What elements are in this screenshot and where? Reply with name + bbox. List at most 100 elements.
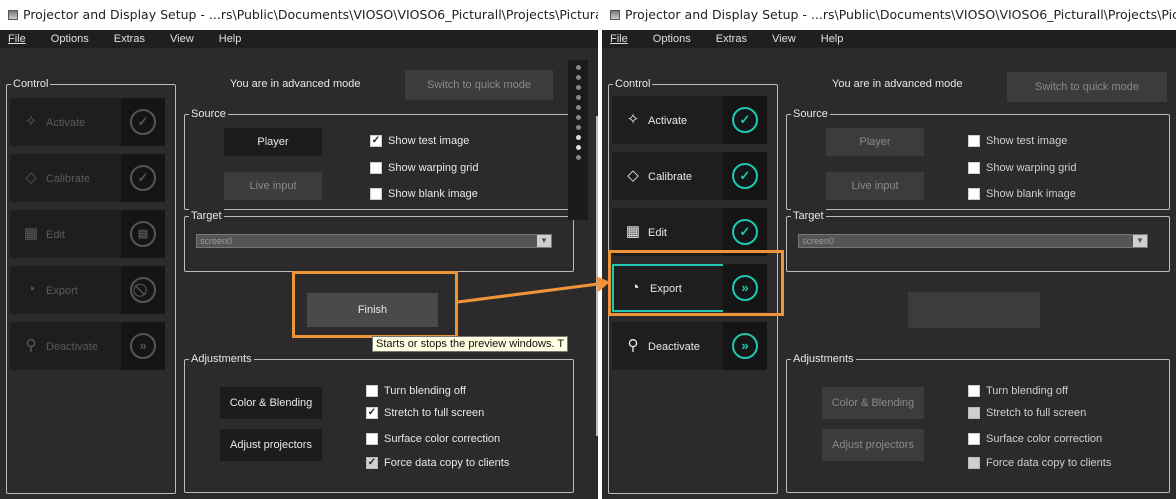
deactivate-button[interactable]: ⚲ Deactivate »: [10, 322, 165, 370]
edit-label: Edit: [46, 229, 65, 241]
indicator-dot: [575, 85, 581, 90]
bulb-icon: ⚲: [627, 337, 639, 354]
app-icon: [610, 10, 620, 20]
show-warping-grid-checkbox[interactable]: Show warping grid: [968, 161, 1077, 175]
mode-text: You are in advanced mode: [832, 78, 963, 90]
menu-help[interactable]: Help: [219, 30, 242, 48]
activate-label: Activate: [648, 115, 688, 127]
deactivate-label: Deactivate: [46, 341, 98, 353]
grid-icon: ▦: [23, 225, 39, 242]
menu-help[interactable]: Help: [821, 30, 844, 48]
live-input-button[interactable]: Live input: [826, 172, 924, 200]
force-data-copy-checkbox[interactable]: ✓ Force data copy to clients: [366, 456, 509, 470]
finish-button[interactable]: [908, 292, 1040, 328]
indicator-dot: [575, 65, 581, 70]
chevron-down-icon[interactable]: ▼: [1133, 235, 1147, 247]
indicator-dot: [575, 155, 581, 160]
checkbox-unchecked: [968, 135, 980, 147]
target-group-label: Target: [189, 209, 224, 223]
check-icon: ✓: [732, 219, 758, 245]
indicator-dot: [575, 145, 581, 150]
show-test-image-checkbox[interactable]: ✓ Show test image: [370, 134, 469, 148]
check-icon: ✓: [130, 165, 156, 191]
window-title: Projector and Display Setup - ...rs\Publ…: [23, 7, 598, 22]
stretch-to-full-screen-checkbox[interactable]: Stretch to full screen: [968, 406, 1086, 420]
switch-to-quick-mode-button[interactable]: Switch to quick mode: [405, 70, 553, 100]
title-bar: Projector and Display Setup - ...rs\Publ…: [0, 0, 598, 30]
control-group-label: Control: [613, 77, 653, 91]
force-data-copy-checkbox[interactable]: Force data copy to clients: [968, 456, 1111, 470]
menu-options[interactable]: Options: [51, 30, 89, 48]
show-blank-image-checkbox[interactable]: Show blank image: [968, 187, 1076, 201]
export-icon: ◔: [26, 281, 36, 298]
preview-strip: [568, 60, 588, 220]
adjustments-group: Adjustments: [184, 352, 574, 493]
deactivate-button[interactable]: ⚲ Deactivate »: [612, 322, 767, 370]
sparkle-icon: ✧: [626, 111, 640, 128]
diamond-icon: ◇: [25, 169, 37, 186]
checkbox-unchecked: [968, 188, 980, 200]
checkbox-unchecked: [366, 385, 378, 397]
edit-button[interactable]: ▦ Edit ✓: [612, 208, 767, 256]
indicator-dot: [575, 125, 581, 130]
checkbox-unchecked: [370, 162, 382, 174]
adjustments-group-label: Adjustments: [189, 352, 254, 366]
app-icon: [8, 10, 18, 20]
checkbox-checked: ✓: [370, 135, 382, 147]
menu-view[interactable]: View: [170, 30, 194, 48]
diamond-icon: ◇: [627, 167, 639, 184]
surface-color-correction-checkbox[interactable]: Surface color correction: [968, 432, 1102, 446]
menu-bar: File Options Extras View Help: [0, 30, 598, 48]
show-blank-image-checkbox[interactable]: Show blank image: [370, 187, 478, 201]
adjust-projectors-button[interactable]: Adjust projectors: [822, 429, 924, 461]
show-warping-grid-checkbox[interactable]: Show warping grid: [370, 161, 479, 175]
menu-file[interactable]: File: [610, 30, 628, 48]
export-button[interactable]: ◔ Export ⃠: [10, 266, 165, 314]
menu-options[interactable]: Options: [653, 30, 691, 48]
left-window: Projector and Display Setup - ...rs\Publ…: [0, 0, 598, 499]
player-button[interactable]: Player: [826, 128, 924, 156]
menu-bar: File Options Extras View Help: [602, 30, 1176, 48]
forward-icon: »: [732, 333, 758, 359]
sparkle-icon: ✧: [24, 113, 38, 130]
menu-file[interactable]: File: [8, 30, 26, 48]
calibrate-label: Calibrate: [46, 173, 91, 185]
edit-button[interactable]: ▦ Edit ▤: [10, 210, 165, 258]
menu-extras[interactable]: Extras: [114, 30, 145, 48]
calibrate-button[interactable]: ◇ Calibrate ✓: [10, 154, 165, 202]
adjustments-group-label: Adjustments: [791, 352, 856, 366]
activate-button[interactable]: ✧ Activate ✓: [612, 96, 767, 144]
checkbox-unchecked: [968, 457, 980, 469]
adjust-projectors-button[interactable]: Adjust projectors: [220, 429, 322, 461]
target-select[interactable]: screen0 ▼: [196, 234, 552, 248]
deactivate-label: Deactivate: [648, 341, 700, 353]
scrollbar[interactable]: [596, 116, 598, 436]
title-bar: Projector and Display Setup - ...rs\Publ…: [602, 0, 1176, 30]
color-blending-button[interactable]: Color & Blending: [220, 387, 322, 419]
show-test-image-checkbox[interactable]: Show test image: [968, 134, 1067, 148]
menu-extras[interactable]: Extras: [716, 30, 747, 48]
menu-view[interactable]: View: [772, 30, 796, 48]
target-select[interactable]: screen0 ▼: [798, 234, 1148, 248]
player-button[interactable]: Player: [224, 128, 322, 156]
chevron-down-icon[interactable]: ▼: [537, 235, 551, 247]
turn-blending-off-checkbox[interactable]: Turn blending off: [968, 384, 1068, 398]
turn-blending-off-checkbox[interactable]: Turn blending off: [366, 384, 466, 398]
indicator-dot: [575, 115, 581, 120]
stretch-to-full-screen-checkbox[interactable]: ✓ Stretch to full screen: [366, 406, 484, 420]
checkbox-unchecked: [968, 433, 980, 445]
live-input-button[interactable]: Live input: [224, 172, 322, 200]
forward-icon: »: [130, 333, 156, 359]
checkbox-unchecked: [366, 433, 378, 445]
activate-button[interactable]: ✧ Activate ✓: [10, 98, 165, 146]
calibrate-button[interactable]: ◇ Calibrate ✓: [612, 152, 767, 200]
right-window: Projector and Display Setup - ...rs\Publ…: [602, 0, 1176, 499]
indicator-dot: [575, 75, 581, 80]
bulb-icon: ⚲: [25, 337, 37, 354]
check-icon: ✓: [130, 109, 156, 135]
surface-color-correction-checkbox[interactable]: Surface color correction: [366, 432, 500, 446]
check-icon: ✓: [732, 163, 758, 189]
finish-tooltip: Starts or stops the preview windows. T: [372, 336, 569, 352]
switch-to-quick-mode-button[interactable]: Switch to quick mode: [1007, 72, 1167, 102]
color-blending-button[interactable]: Color & Blending: [822, 387, 924, 419]
